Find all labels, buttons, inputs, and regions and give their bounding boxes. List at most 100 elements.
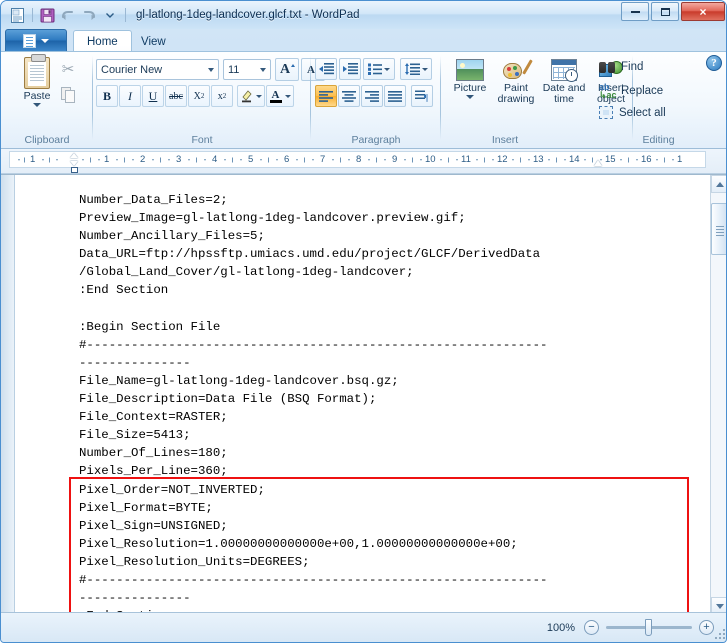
- tab-home[interactable]: Home: [73, 30, 132, 52]
- customize-qat-icon[interactable]: [100, 5, 120, 25]
- chevron-down-icon: [208, 67, 214, 72]
- ribbon-tabstrip: Home View: [1, 29, 726, 52]
- window-controls: ×: [619, 2, 725, 21]
- select-all-icon: [599, 106, 613, 119]
- underline-button[interactable]: U: [142, 85, 164, 107]
- picture-icon: [456, 59, 484, 81]
- minimize-icon: [630, 10, 640, 13]
- ruler-tick-2: 2: [140, 153, 146, 165]
- subscript-label: X: [193, 90, 201, 102]
- scrollbar-grip-icon: [716, 228, 724, 230]
- ruler-tick-15: 15: [605, 153, 616, 165]
- save-icon[interactable]: [37, 5, 57, 25]
- increase-indent-icon: [342, 63, 358, 75]
- close-button[interactable]: ×: [681, 2, 725, 21]
- chevron-down-icon: [421, 67, 428, 71]
- title-bar: gl-latlong-1deg-landcover.glcf.txt - Wor…: [1, 1, 726, 29]
- ruler-tick-4: 4: [212, 153, 218, 165]
- left-indent-marker[interactable]: [70, 153, 79, 173]
- align-left-button[interactable]: [315, 85, 337, 107]
- line-spacing-icon: [404, 63, 420, 75]
- italic-button[interactable]: I: [119, 85, 141, 107]
- font-color-button[interactable]: A: [266, 85, 294, 107]
- find-label: Find: [621, 60, 644, 73]
- scroll-up-button[interactable]: [711, 175, 726, 193]
- subscript-button[interactable]: X2: [188, 85, 210, 107]
- line-spacing-button[interactable]: [400, 58, 432, 80]
- replace-icon: ab ↳ac: [599, 82, 617, 100]
- text-highlight-button[interactable]: [237, 85, 265, 107]
- font-family-combo[interactable]: Courier New: [96, 59, 219, 80]
- first-line-indent-icon: [70, 153, 78, 158]
- chevron-down-icon: [384, 67, 390, 71]
- increase-indent-button[interactable]: [339, 58, 361, 80]
- paint-drawing-label-2: drawing: [497, 93, 535, 105]
- document-page[interactable]: Number_Data_Files=2; Preview_Image=gl-la…: [16, 175, 709, 614]
- ruler-tick-7: 7: [320, 153, 326, 165]
- font-group-label: Font: [191, 134, 213, 146]
- copy-button[interactable]: [57, 84, 79, 106]
- zoom-slider[interactable]: [606, 619, 692, 636]
- insert-picture-button[interactable]: Picture: [447, 58, 493, 122]
- select-all-button[interactable]: Select all: [599, 106, 666, 119]
- restore-button[interactable]: [651, 2, 679, 21]
- paste-button[interactable]: Paste: [13, 54, 61, 124]
- date-and-time-button[interactable]: Date and time: [539, 58, 589, 122]
- bullets-button[interactable]: [363, 58, 395, 80]
- paint-drawing-button[interactable]: Paint drawing: [493, 58, 539, 122]
- cut-button[interactable]: ✂: [57, 58, 79, 80]
- application-menu-button[interactable]: [5, 29, 67, 52]
- ruler-track[interactable]: 1 1 2 3 4 5 6 7 8 9 10 11 12 13 14 15 16…: [9, 151, 706, 173]
- strikethrough-button[interactable]: abc: [165, 85, 187, 107]
- ruler-tick-6: 6: [284, 153, 290, 165]
- right-indent-marker[interactable]: [594, 158, 603, 166]
- zoom-in-button[interactable]: +: [699, 620, 714, 635]
- ribbon-group-clipboard: Paste ✂ Clipboard: [1, 52, 93, 148]
- bold-button[interactable]: B: [96, 85, 118, 107]
- align-left-icon: [319, 90, 333, 102]
- copy-icon: [60, 87, 76, 103]
- close-icon: ×: [699, 4, 707, 19]
- grow-font-button[interactable]: A: [275, 58, 299, 81]
- document-left-margin: [1, 175, 15, 615]
- ruler-tick-9: 9: [392, 153, 398, 165]
- ruler-tick-16: 16: [641, 153, 652, 165]
- font-color-icon: A: [269, 89, 282, 103]
- bullets-icon: [368, 63, 382, 75]
- restore-icon: [660, 7, 670, 16]
- chevron-down-icon: [260, 67, 266, 72]
- superscript-button[interactable]: x2: [211, 85, 233, 107]
- zoom-out-button[interactable]: −: [584, 620, 599, 635]
- document-icon[interactable]: [7, 5, 27, 25]
- ruler-tick-13: 13: [533, 153, 544, 165]
- align-center-button[interactable]: [338, 85, 360, 107]
- resize-grip-icon[interactable]: [713, 627, 725, 639]
- decrease-indent-button[interactable]: [315, 58, 337, 80]
- ribbon-group-editing: Find ab ↳ac Replace Select all Editing: [589, 52, 726, 148]
- undo-icon[interactable]: [58, 5, 78, 25]
- subscript-digit: 2: [200, 92, 205, 100]
- justify-button[interactable]: [384, 85, 406, 107]
- redo-icon[interactable]: [79, 5, 99, 25]
- superscript-digit: 2: [222, 92, 227, 100]
- italic-label: I: [128, 88, 132, 103]
- arrow-up-icon: [291, 64, 296, 67]
- minimize-button[interactable]: [621, 2, 649, 21]
- paragraph-settings-button[interactable]: ¶: [411, 85, 433, 107]
- replace-button[interactable]: ab ↳ac Replace: [599, 82, 664, 100]
- scrollbar-thumb[interactable]: [711, 203, 726, 255]
- qat-divider: [32, 8, 33, 22]
- find-button[interactable]: Find: [599, 60, 643, 73]
- align-right-button[interactable]: [361, 85, 383, 107]
- insert-group-label: Insert: [491, 134, 519, 146]
- replace-label: Replace: [621, 85, 664, 97]
- ruler[interactable]: 1 1 2 3 4 5 6 7 8 9 10 11 12 13 14 15 16…: [1, 149, 726, 174]
- font-size-combo[interactable]: 11: [223, 59, 271, 80]
- chevron-down-icon: [284, 94, 291, 98]
- paragraph-settings-icon: ¶: [415, 90, 428, 102]
- zoom-slider-thumb[interactable]: [645, 619, 652, 636]
- document-text[interactable]: Number_Data_Files=2; Preview_Image=gl-la…: [79, 191, 547, 614]
- zoom-out-label: −: [588, 621, 595, 633]
- tab-view[interactable]: View: [128, 31, 179, 52]
- vertical-scrollbar[interactable]: [710, 175, 726, 615]
